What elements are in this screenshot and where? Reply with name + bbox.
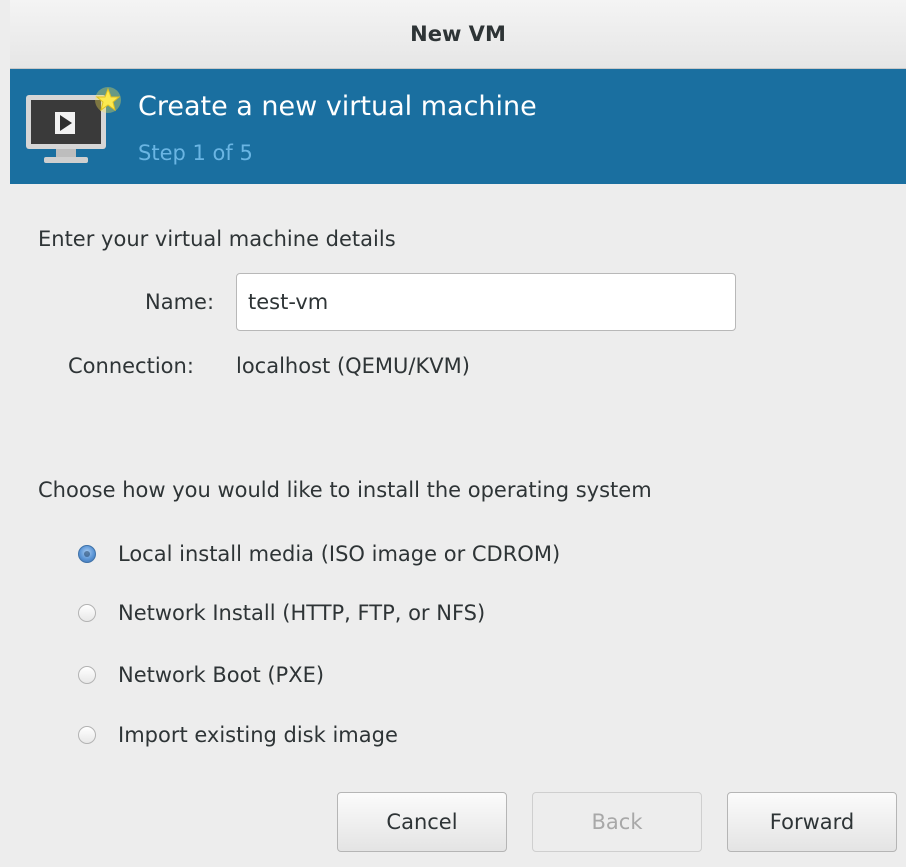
name-input[interactable] [236, 273, 736, 331]
radio-local-install-media[interactable]: Local install media (ISO image or CDROM) [78, 536, 560, 572]
details-heading: Enter your virtual machine details [38, 227, 396, 251]
install-method-heading: Choose how you would like to install the… [38, 478, 652, 502]
radio-button-icon[interactable] [78, 666, 96, 684]
cancel-button[interactable]: Cancel [337, 792, 507, 852]
monitor-play-star-icon [26, 87, 121, 163]
radio-label: Import existing disk image [118, 723, 398, 747]
wizard-banner: Create a new virtual machine Step 1 of 5 [10, 69, 906, 184]
window-titlebar[interactable]: New VM [10, 0, 906, 69]
connection-label: Connection: [68, 354, 194, 378]
radio-network-install[interactable]: Network Install (HTTP, FTP, or NFS) [78, 595, 485, 631]
radio-label: Network Boot (PXE) [118, 663, 325, 687]
back-button[interactable]: Back [532, 792, 702, 852]
radio-import-disk-image[interactable]: Import existing disk image [78, 717, 398, 753]
radio-button-icon[interactable] [78, 726, 96, 744]
window-title: New VM [410, 22, 506, 46]
forward-button[interactable]: Forward [727, 792, 897, 852]
new-vm-window: New VM Create a new virtual machine Step… [10, 0, 906, 867]
connection-value: localhost (QEMU/KVM) [236, 354, 470, 378]
wizard-step-indicator: Step 1 of 5 [138, 141, 253, 165]
radio-network-boot[interactable]: Network Boot (PXE) [78, 657, 324, 693]
radio-button-icon[interactable] [78, 545, 96, 563]
radio-label: Local install media (ISO image or CDROM) [118, 542, 561, 566]
name-label: Name: [145, 290, 215, 314]
radio-button-icon[interactable] [78, 604, 96, 622]
radio-label: Network Install (HTTP, FTP, or NFS) [118, 601, 486, 625]
wizard-title: Create a new virtual machine [138, 91, 537, 122]
